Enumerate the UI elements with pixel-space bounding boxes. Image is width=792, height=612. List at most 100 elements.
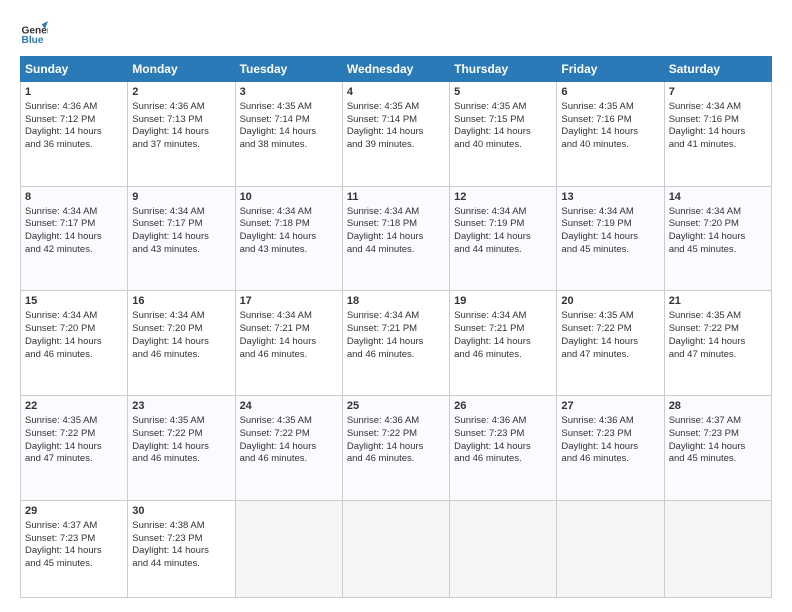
daylight-minutes: and 44 minutes. <box>347 244 415 255</box>
sunrise-text: Sunrise: 4:35 AM <box>132 415 204 426</box>
day-number: 5 <box>454 85 552 100</box>
sunrise-text: Sunrise: 4:34 AM <box>669 206 741 217</box>
day-number: 22 <box>25 399 123 414</box>
calendar-cell: 10 Sunrise: 4:34 AM Sunset: 7:18 PM Dayl… <box>235 186 342 291</box>
sunrise-text: Sunrise: 4:34 AM <box>347 206 419 217</box>
daylight-text: Daylight: 14 hours <box>561 231 638 242</box>
day-number: 9 <box>132 190 230 205</box>
sunrise-text: Sunrise: 4:37 AM <box>25 520 97 531</box>
calendar-cell: 5 Sunrise: 4:35 AM Sunset: 7:15 PM Dayli… <box>450 82 557 187</box>
daylight-text: Daylight: 14 hours <box>561 126 638 137</box>
calendar-body: 1 Sunrise: 4:36 AM Sunset: 7:12 PM Dayli… <box>21 82 772 598</box>
daylight-text: Daylight: 14 hours <box>347 231 424 242</box>
daylight-minutes: and 47 minutes. <box>25 453 93 464</box>
daylight-minutes: and 42 minutes. <box>25 244 93 255</box>
daylight-text: Daylight: 14 hours <box>240 336 317 347</box>
calendar-cell <box>450 500 557 597</box>
daylight-text: Daylight: 14 hours <box>454 336 531 347</box>
daylight-text: Daylight: 14 hours <box>25 231 102 242</box>
sunset-text: Sunset: 7:23 PM <box>454 428 524 439</box>
day-number: 4 <box>347 85 445 100</box>
day-number: 7 <box>669 85 767 100</box>
daylight-minutes: and 41 minutes. <box>669 139 737 150</box>
daylight-minutes: and 46 minutes. <box>347 349 415 360</box>
calendar-cell: 15 Sunrise: 4:34 AM Sunset: 7:20 PM Dayl… <box>21 291 128 396</box>
calendar-cell: 6 Sunrise: 4:35 AM Sunset: 7:16 PM Dayli… <box>557 82 664 187</box>
sunrise-text: Sunrise: 4:36 AM <box>561 415 633 426</box>
sunrise-text: Sunrise: 4:38 AM <box>132 520 204 531</box>
sunrise-text: Sunrise: 4:34 AM <box>132 206 204 217</box>
calendar-cell: 23 Sunrise: 4:35 AM Sunset: 7:22 PM Dayl… <box>128 396 235 501</box>
sunset-text: Sunset: 7:21 PM <box>454 323 524 334</box>
calendar-cell: 3 Sunrise: 4:35 AM Sunset: 7:14 PM Dayli… <box>235 82 342 187</box>
sunset-text: Sunset: 7:18 PM <box>347 218 417 229</box>
sunset-text: Sunset: 7:12 PM <box>25 114 95 125</box>
sunrise-text: Sunrise: 4:34 AM <box>240 310 312 321</box>
sunrise-text: Sunrise: 4:34 AM <box>132 310 204 321</box>
calendar-cell: 4 Sunrise: 4:35 AM Sunset: 7:14 PM Dayli… <box>342 82 449 187</box>
daylight-minutes: and 46 minutes. <box>132 453 200 464</box>
day-number: 28 <box>669 399 767 414</box>
daylight-minutes: and 46 minutes. <box>25 349 93 360</box>
sunset-text: Sunset: 7:15 PM <box>454 114 524 125</box>
day-number: 17 <box>240 294 338 309</box>
calendar-cell: 17 Sunrise: 4:34 AM Sunset: 7:21 PM Dayl… <box>235 291 342 396</box>
day-number: 18 <box>347 294 445 309</box>
daylight-text: Daylight: 14 hours <box>454 441 531 452</box>
sunrise-text: Sunrise: 4:34 AM <box>240 206 312 217</box>
sunset-text: Sunset: 7:19 PM <box>454 218 524 229</box>
calendar-header-row: SundayMondayTuesdayWednesdayThursdayFrid… <box>21 57 772 82</box>
daylight-text: Daylight: 14 hours <box>240 441 317 452</box>
weekday-header: Friday <box>557 57 664 82</box>
daylight-text: Daylight: 14 hours <box>240 231 317 242</box>
calendar-cell: 25 Sunrise: 4:36 AM Sunset: 7:22 PM Dayl… <box>342 396 449 501</box>
daylight-minutes: and 45 minutes. <box>669 244 737 255</box>
sunset-text: Sunset: 7:22 PM <box>669 323 739 334</box>
sunset-text: Sunset: 7:16 PM <box>561 114 631 125</box>
calendar-cell: 9 Sunrise: 4:34 AM Sunset: 7:17 PM Dayli… <box>128 186 235 291</box>
sunset-text: Sunset: 7:17 PM <box>25 218 95 229</box>
day-number: 14 <box>669 190 767 205</box>
weekday-header: Tuesday <box>235 57 342 82</box>
daylight-minutes: and 40 minutes. <box>561 139 629 150</box>
calendar-cell: 28 Sunrise: 4:37 AM Sunset: 7:23 PM Dayl… <box>664 396 771 501</box>
sunset-text: Sunset: 7:20 PM <box>25 323 95 334</box>
sunset-text: Sunset: 7:17 PM <box>132 218 202 229</box>
sunrise-text: Sunrise: 4:34 AM <box>454 206 526 217</box>
daylight-minutes: and 46 minutes. <box>240 453 308 464</box>
weekday-header: Wednesday <box>342 57 449 82</box>
sunrise-text: Sunrise: 4:35 AM <box>240 415 312 426</box>
daylight-minutes: and 46 minutes. <box>132 349 200 360</box>
daylight-minutes: and 38 minutes. <box>240 139 308 150</box>
day-number: 27 <box>561 399 659 414</box>
daylight-minutes: and 45 minutes. <box>669 453 737 464</box>
svg-text:Blue: Blue <box>22 35 44 46</box>
sunset-text: Sunset: 7:13 PM <box>132 114 202 125</box>
sunset-text: Sunset: 7:23 PM <box>25 533 95 544</box>
calendar-week-row: 22 Sunrise: 4:35 AM Sunset: 7:22 PM Dayl… <box>21 396 772 501</box>
daylight-text: Daylight: 14 hours <box>132 336 209 347</box>
daylight-text: Daylight: 14 hours <box>669 126 746 137</box>
weekday-header: Thursday <box>450 57 557 82</box>
calendar-week-row: 8 Sunrise: 4:34 AM Sunset: 7:17 PM Dayli… <box>21 186 772 291</box>
calendar-cell: 24 Sunrise: 4:35 AM Sunset: 7:22 PM Dayl… <box>235 396 342 501</box>
day-number: 16 <box>132 294 230 309</box>
sunset-text: Sunset: 7:22 PM <box>132 428 202 439</box>
day-number: 6 <box>561 85 659 100</box>
sunrise-text: Sunrise: 4:35 AM <box>25 415 97 426</box>
weekday-header: Monday <box>128 57 235 82</box>
day-number: 29 <box>25 504 123 519</box>
day-number: 2 <box>132 85 230 100</box>
logo: General Blue <box>20 18 48 46</box>
calendar-cell: 7 Sunrise: 4:34 AM Sunset: 7:16 PM Dayli… <box>664 82 771 187</box>
daylight-minutes: and 45 minutes. <box>25 558 93 569</box>
logo-icon: General Blue <box>20 18 48 46</box>
sunrise-text: Sunrise: 4:35 AM <box>240 101 312 112</box>
sunrise-text: Sunrise: 4:35 AM <box>561 101 633 112</box>
day-number: 21 <box>669 294 767 309</box>
calendar-cell: 19 Sunrise: 4:34 AM Sunset: 7:21 PM Dayl… <box>450 291 557 396</box>
daylight-text: Daylight: 14 hours <box>25 126 102 137</box>
day-number: 26 <box>454 399 552 414</box>
sunset-text: Sunset: 7:22 PM <box>347 428 417 439</box>
sunrise-text: Sunrise: 4:36 AM <box>25 101 97 112</box>
